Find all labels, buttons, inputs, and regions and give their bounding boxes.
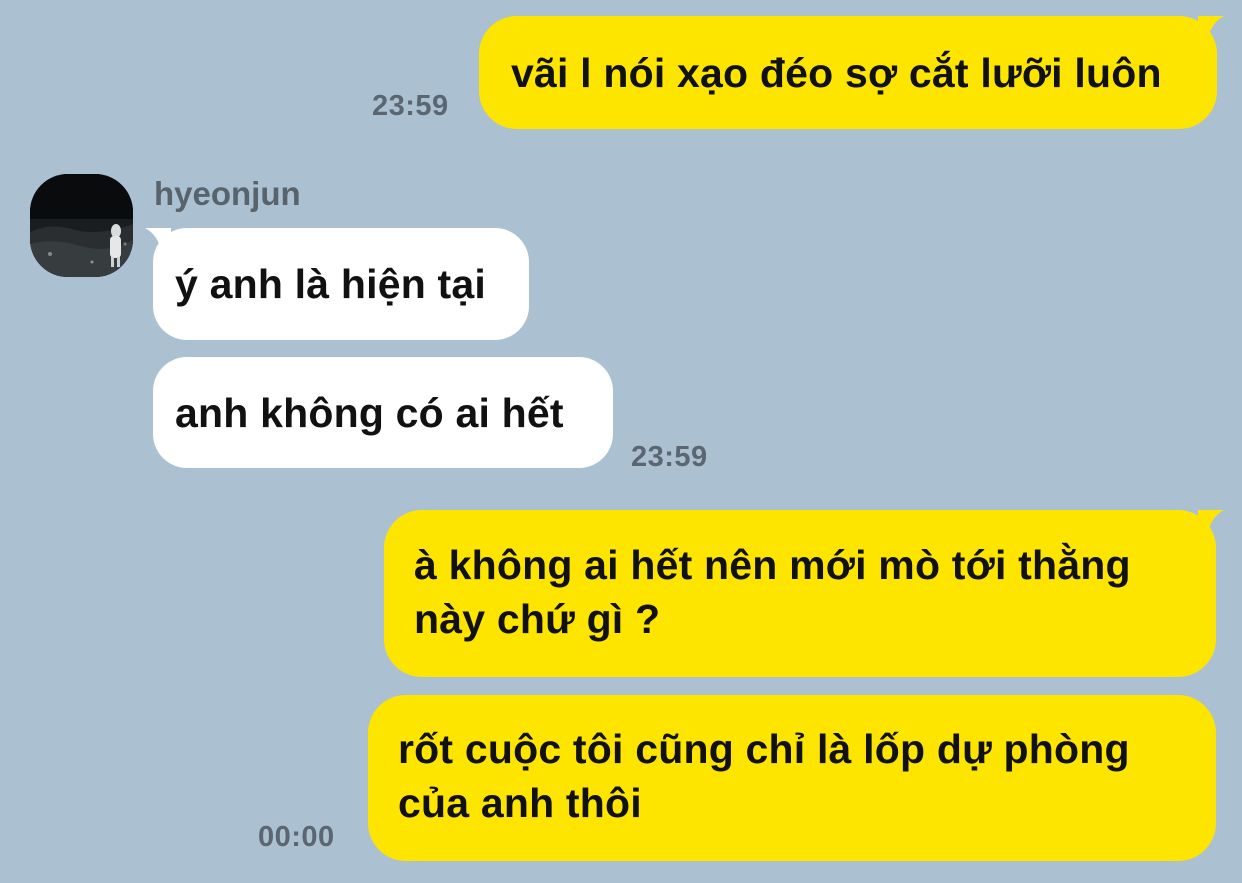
message-timestamp: 00:00 (258, 821, 335, 853)
sender-name: hyeonjun (154, 175, 301, 212)
message-text-line: của anh thôi (398, 780, 642, 826)
bubble-tail-right (1198, 510, 1224, 532)
their-message-bubble[interactable]: anh không có ai hết (153, 357, 613, 468)
message-text-line: rốt cuộc tôi cũng chỉ là lốp dự phòng (398, 726, 1130, 772)
bubble-tail-right (1198, 16, 1224, 38)
message-text: anh không có ai hết (175, 390, 564, 436)
their-message-bubble[interactable]: ý anh là hiện tại (153, 228, 529, 340)
profile-photo-icon (30, 174, 133, 277)
sender-avatar[interactable] (30, 174, 133, 277)
message-text: ý anh là hiện tại (175, 261, 486, 307)
my-message-bubble[interactable]: à không ai hết nên mới mò tới thằng này … (384, 510, 1216, 677)
message-timestamp: 23:59 (372, 90, 449, 122)
message-text: vãi l nói xạo đéo sợ cắt lưỡi luôn (511, 50, 1162, 96)
my-message-bubble[interactable]: rốt cuộc tôi cũng chỉ là lốp dự phòng củ… (368, 695, 1216, 861)
chat-view[interactable]: vãi l nói xạo đéo sợ cắt lưỡi luôn 23:59… (0, 0, 1242, 883)
message-text-line: à không ai hết nên mới mò tới thằng (414, 542, 1131, 588)
message-timestamp: 23:59 (631, 441, 708, 473)
message-text-line: này chứ gì ? (414, 596, 661, 642)
my-message-bubble[interactable]: vãi l nói xạo đéo sợ cắt lưỡi luôn (479, 16, 1217, 129)
